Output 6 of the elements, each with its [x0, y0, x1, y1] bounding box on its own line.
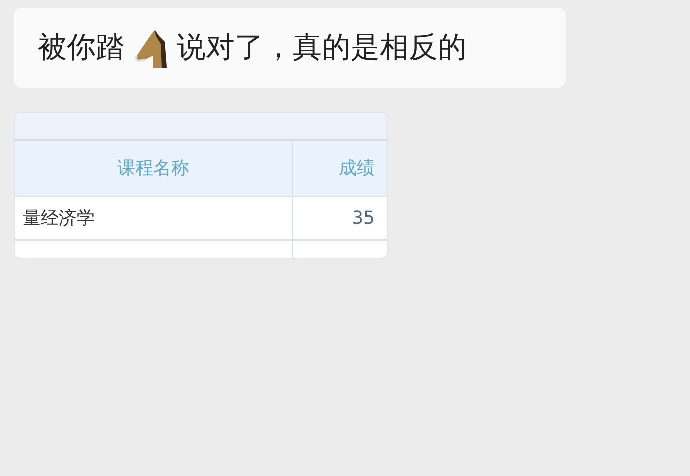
message-text: 说对了，真的是相反的: [177, 29, 467, 66]
table-cell: 量经济学: [15, 197, 293, 239]
table-cell-text: 35: [351, 206, 376, 230]
column-header: 成绩: [338, 157, 376, 181]
column-header: 课程名称: [15, 141, 293, 196]
message-text: 被你踏: [38, 29, 125, 66]
